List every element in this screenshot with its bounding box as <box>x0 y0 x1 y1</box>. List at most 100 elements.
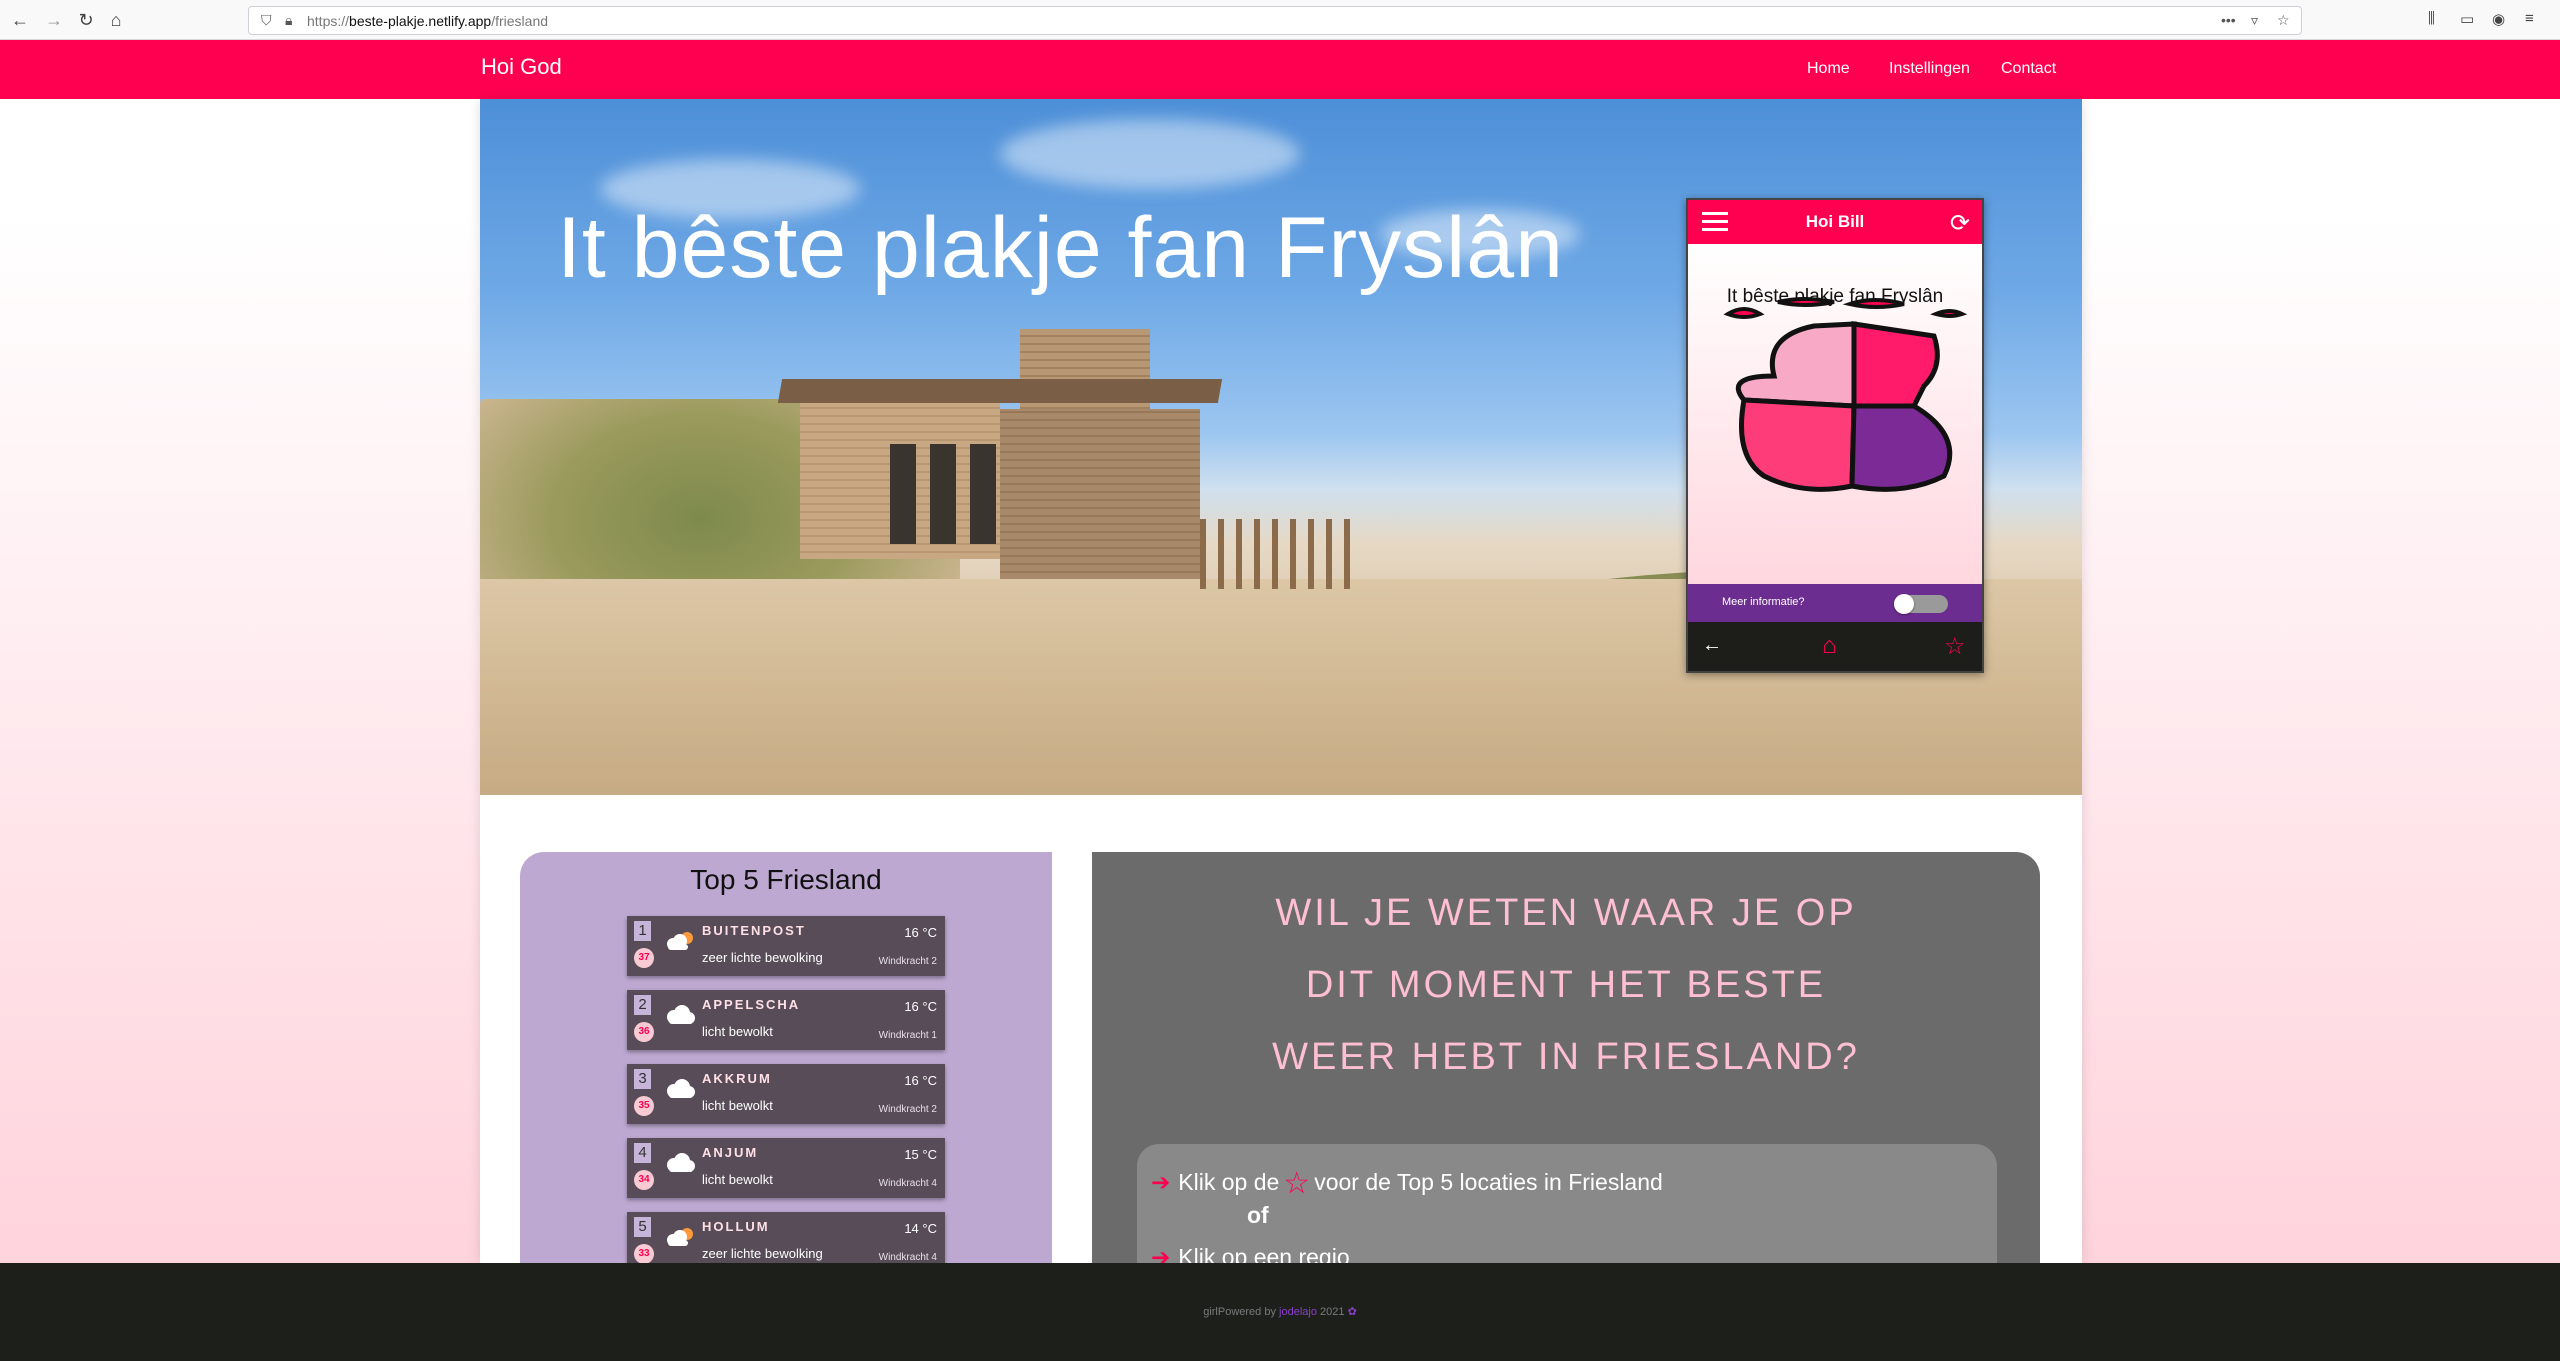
menu-icon[interactable]: ≡ <box>2525 10 2534 27</box>
account-icon[interactable]: ◉ <box>2492 10 2505 28</box>
shield-icon[interactable]: ⛉ <box>261 12 272 29</box>
footer-author-link[interactable]: jodelajo <box>1279 1306 1317 1318</box>
beach-hut-side <box>1000 409 1200 579</box>
sidebar-icon[interactable]: ▭ <box>2460 10 2474 28</box>
map-region-southwest <box>1739 397 1857 492</box>
weather-description: zeer lichte bewolking <box>702 1246 823 1261</box>
phone-star-icon[interactable]: ☆ <box>1944 632 1966 661</box>
wind-force: Windkracht 2 <box>878 1104 937 1115</box>
map-region-northwest <box>1735 321 1857 409</box>
score-badge: 34 <box>634 1170 654 1190</box>
top5-card[interactable]: 2 36 APPELSCHA licht bewolkt 16 °C Windkracht… <box>627 990 945 1050</box>
weather-description: licht bewolkt <box>702 1098 773 1113</box>
forward-icon[interactable]: → <box>40 6 68 34</box>
instruction-or: of <box>1247 1202 1269 1228</box>
wind-force: Windkracht 2 <box>878 956 937 967</box>
phone-home-icon[interactable]: ⌂ <box>1822 632 1837 660</box>
beach-stairs <box>1200 519 1360 589</box>
phone-mockup: Hoi Bill ⟳ It bêste plakje fan Fryslân M… <box>1686 198 1984 673</box>
back-icon[interactable]: ← <box>6 6 34 34</box>
location-name: AKKRUM <box>702 1071 772 1086</box>
info-question-line-2: DIT MOMENT HET BESTE <box>1305 964 1827 1006</box>
rank-number: 2 <box>634 995 651 1015</box>
nav-link-contact[interactable]: Contact <box>2001 60 2056 78</box>
rank-number: 5 <box>634 1217 651 1237</box>
sun-cloud-icon <box>663 1226 697 1248</box>
meer-informatie-label: Meer informatie? <box>1722 596 1805 608</box>
info-panel: WIL JE WETEN WAAR JE OP DIT MOMENT HET B… <box>1092 852 2040 1263</box>
hero-banner: It bêste plakje fan Fryslân Hoi Bill ⟳ I… <box>480 99 2082 795</box>
footer-credit: girlPowered by jodelajo 2021 ✿ <box>1203 1306 1357 1318</box>
phone-header-title: Hoi Bill <box>1805 212 1865 231</box>
hero-title: It bêste plakje fan Fryslân <box>557 200 1564 296</box>
site-navbar: Hoi God Home Instellingen Contact <box>0 40 2560 99</box>
score-badge: 35 <box>634 1096 654 1116</box>
browser-toolbar: ← → ↻ ⌂ ⛉ 🔒︎ https://beste-plakje.netlif… <box>0 0 2560 40</box>
bookmark-star-icon[interactable]: ☆ <box>2277 12 2290 29</box>
brand-logo[interactable]: Hoi God <box>481 54 562 80</box>
library-icon[interactable]: ⫼ <box>2428 10 2435 27</box>
location-name: BUITENPOST <box>702 923 806 938</box>
site-footer: girlPowered by jodelajo 2021 ✿ <box>0 1263 2560 1361</box>
weather-description: licht bewolkt <box>702 1172 773 1187</box>
weather-description: licht bewolkt <box>702 1024 773 1039</box>
refresh-icon[interactable]: ⟳ <box>1950 209 1970 238</box>
top5-card[interactable]: 5 33 HOLLUM zeer lichte bewolking 14 °C Windk… <box>627 1212 945 1263</box>
phone-header: Hoi Bill ⟳ <box>1688 200 1982 244</box>
rank-number: 4 <box>634 1143 651 1163</box>
map-region-northeast <box>1851 321 1940 409</box>
temperature: 16 °C <box>904 999 937 1014</box>
instructions-box: ➔ Klik op de ☆ voor de Top 5 locaties in Fr… <box>1137 1144 1997 1263</box>
beach-hut-roof <box>777 379 1223 403</box>
friesland-region-map[interactable] <box>1704 296 1974 526</box>
instruction-star: ➔ Klik op de ☆ voor de Top 5 locaties in Fr… <box>1151 1167 1663 1200</box>
star-icon[interactable]: ☆ <box>1283 1167 1310 1200</box>
wind-force: Windkracht 4 <box>878 1252 937 1263</box>
phone-info-bar: Meer informatie? <box>1688 584 1982 622</box>
top5-card[interactable]: 3 35 AKKRUM licht bewolkt 16 °C Windkracht 2 <box>627 1064 945 1124</box>
page-actions-icon[interactable]: ••• <box>2221 12 2236 28</box>
top5-title: Top 5 Friesland <box>690 864 882 895</box>
top5-card[interactable]: 4 34 ANJUM licht bewolkt 15 °C Windkracht 4 <box>627 1138 945 1198</box>
meer-informatie-toggle[interactable] <box>1894 594 1948 614</box>
cloud-icon <box>663 1004 697 1026</box>
nav-link-home[interactable]: Home <box>1807 60 1850 78</box>
location-name: APPELSCHA <box>702 997 801 1012</box>
cloud-icon <box>663 1152 697 1174</box>
temperature: 14 °C <box>904 1221 937 1236</box>
score-badge: 36 <box>634 1022 654 1042</box>
lock-icon[interactable]: 🔒︎ <box>285 12 292 29</box>
info-question-line-1: WIL JE WETEN WAAR JE OP <box>1275 892 1857 934</box>
top5-card[interactable]: 1 37 BUITENPOST zeer lichte bewolking 16 °C W… <box>627 916 945 976</box>
arrow-right-icon: ➔ <box>1151 1169 1171 1195</box>
temperature: 15 °C <box>904 1147 937 1162</box>
temperature: 16 °C <box>904 925 937 940</box>
instruction-region: ➔ Klik op een regio <box>1151 1244 1350 1263</box>
pocket-icon[interactable]: ▿ <box>2251 12 2258 29</box>
score-badge: 33 <box>634 1244 654 1263</box>
phone-footer-nav: ← ⌂ ☆ <box>1688 622 1982 671</box>
nav-link-instellingen[interactable]: Instellingen <box>1889 60 1970 78</box>
arrow-right-icon: ➔ <box>1151 1244 1171 1263</box>
weather-description: zeer lichte bewolking <box>702 950 823 965</box>
location-name: ANJUM <box>702 1145 759 1160</box>
score-badge: 37 <box>634 948 654 968</box>
sun-cloud-icon <box>663 930 697 952</box>
map-region-southeast <box>1849 403 1953 492</box>
wind-force: Windkracht 4 <box>878 1178 937 1189</box>
cloud-icon <box>663 1078 697 1100</box>
phone-back-icon[interactable]: ← <box>1702 634 1722 657</box>
home-icon[interactable]: ⌂ <box>102 6 130 34</box>
rank-number: 3 <box>634 1069 651 1089</box>
github-icon[interactable]: ✿ <box>1348 1306 1357 1318</box>
wind-force: Windkracht 1 <box>878 1030 937 1041</box>
info-question-line-3: WEER HEBT IN FRIESLAND? <box>1272 1036 1860 1078</box>
location-name: HOLLUM <box>702 1219 770 1234</box>
rank-number: 1 <box>634 921 651 941</box>
main-content: It bêste plakje fan Fryslân Hoi Bill ⟳ I… <box>480 99 2082 1263</box>
address-bar[interactable]: ⛉ 🔒︎ https://beste-plakje.netlify.app/fr… <box>248 6 2302 35</box>
top5-panel: Top 5 Friesland 1 37 BUITENPOST zeer lichte… <box>520 852 1052 1263</box>
reload-icon[interactable]: ↻ <box>72 6 100 34</box>
temperature: 16 °C <box>904 1073 937 1088</box>
url-text[interactable]: https://beste-plakje.netlify.app/friesla… <box>307 13 548 29</box>
